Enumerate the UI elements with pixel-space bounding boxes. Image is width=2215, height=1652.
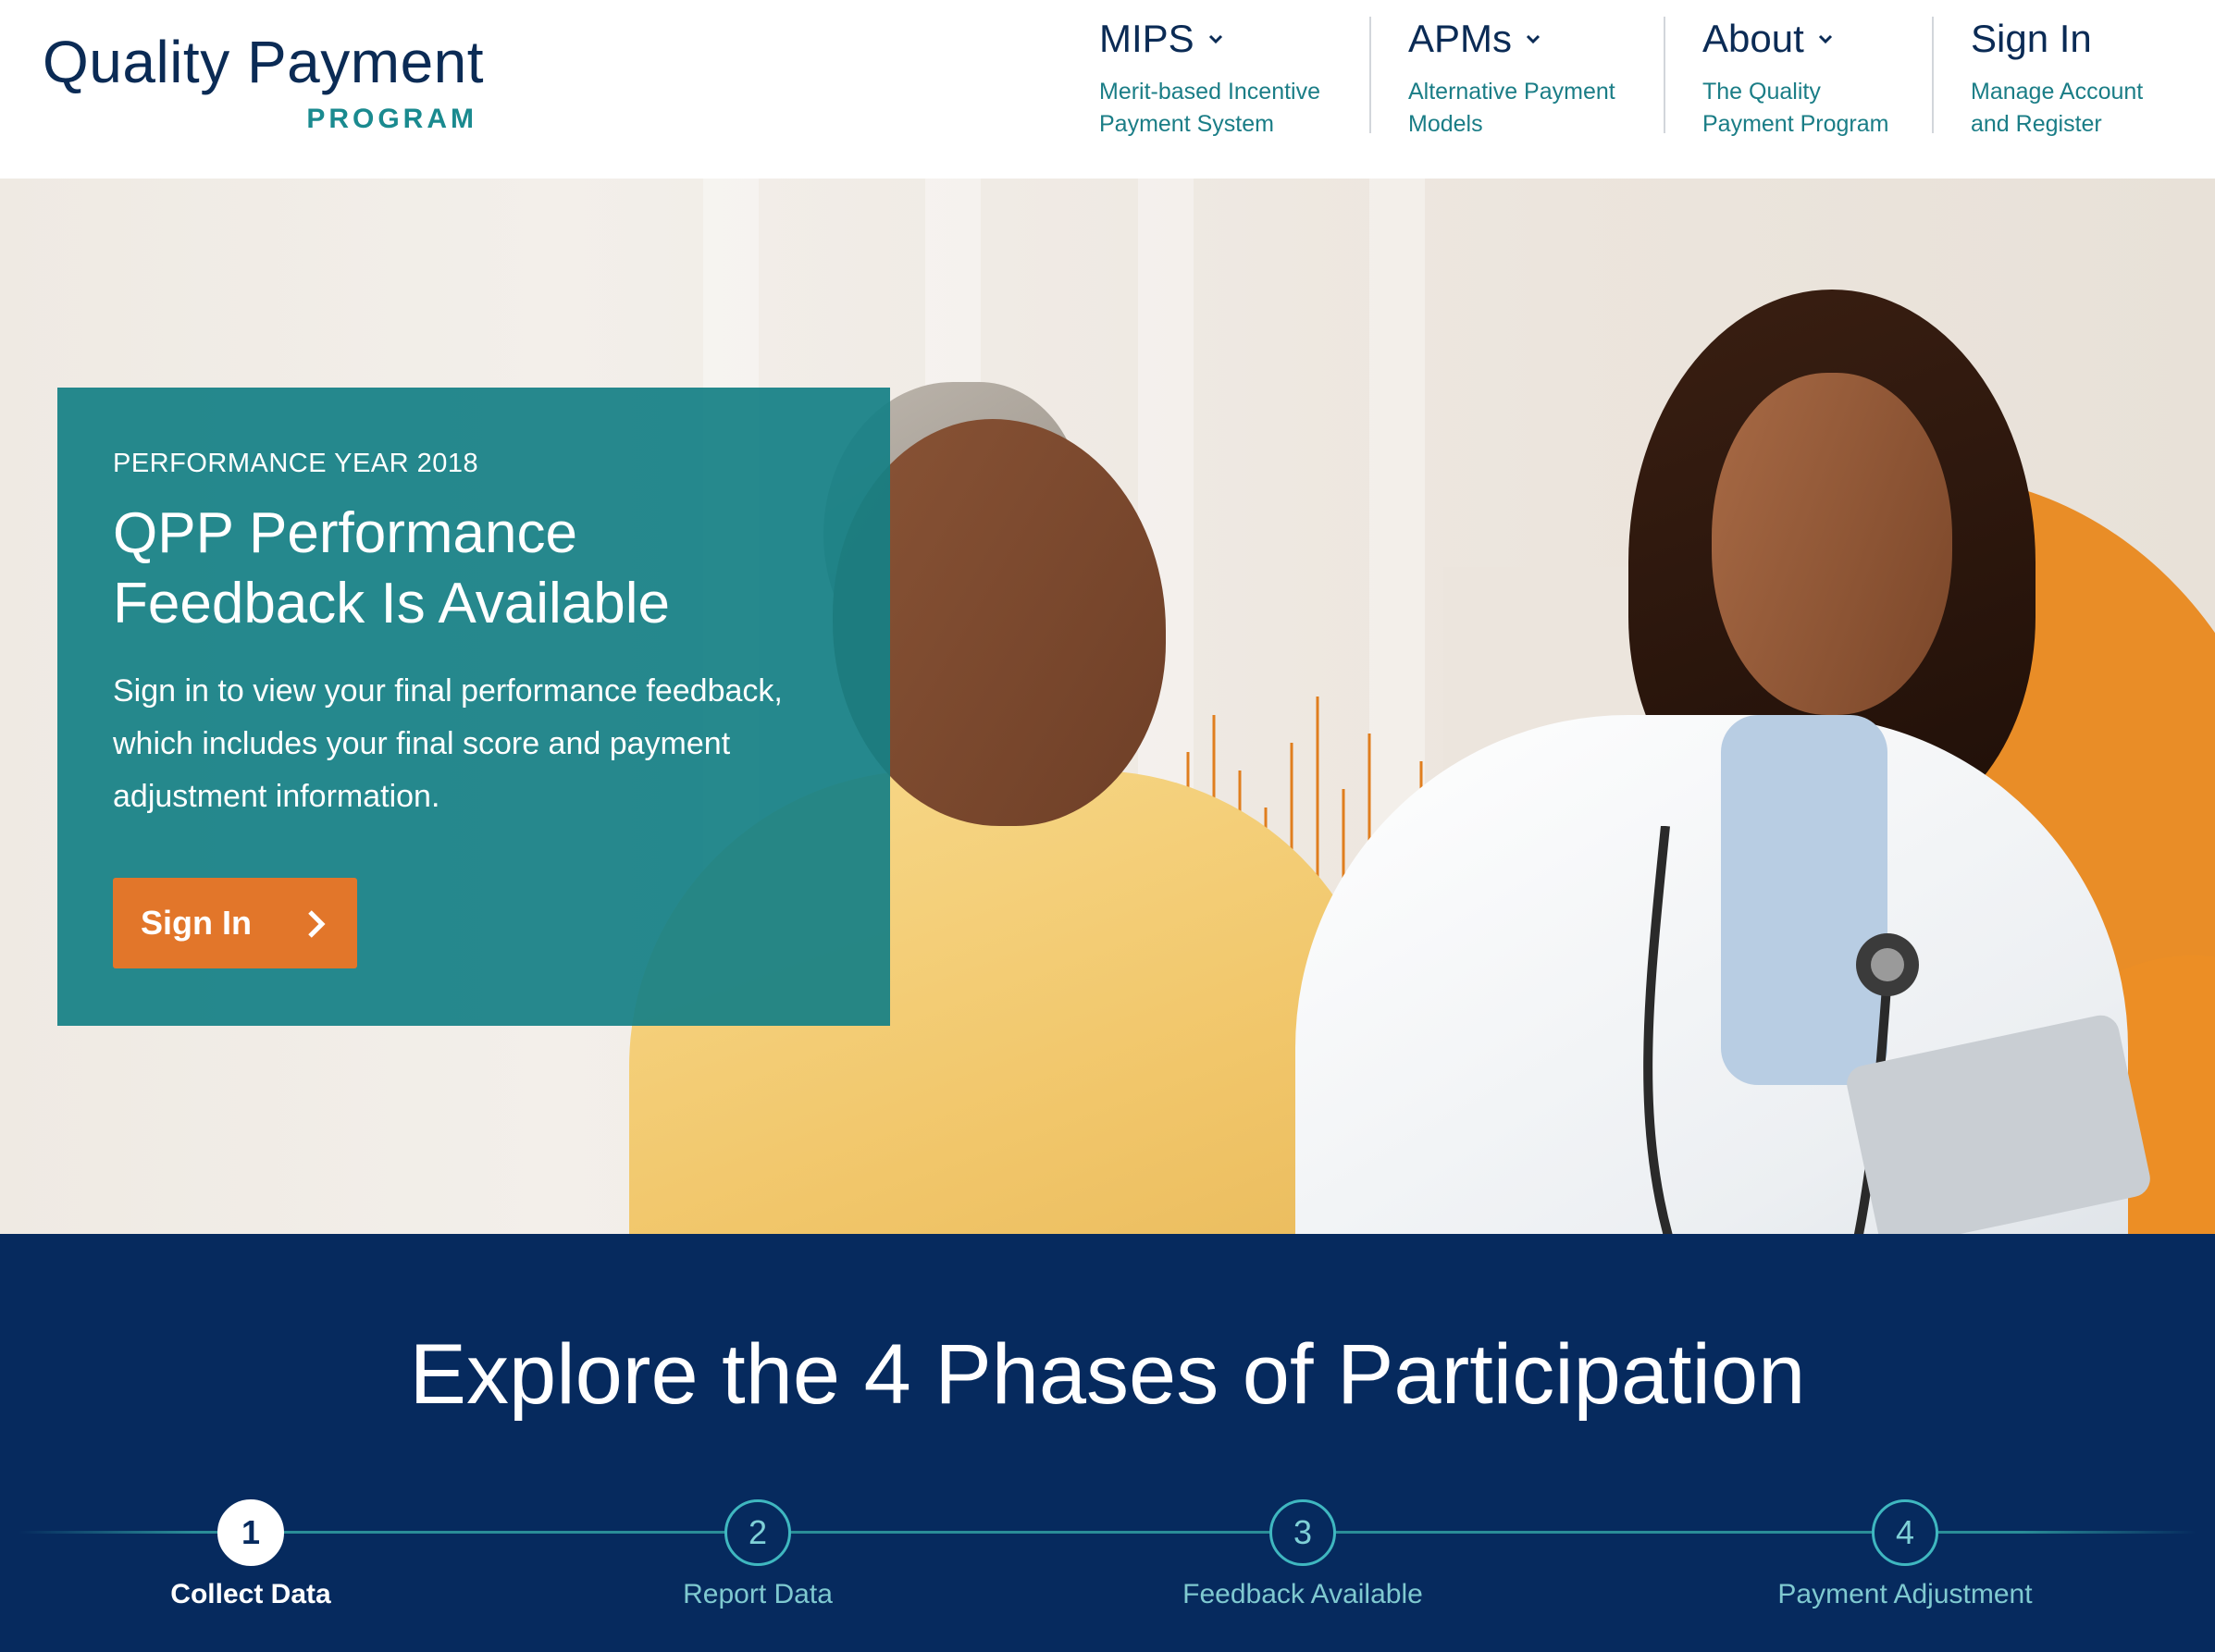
promo-title: QPP Performance Feedback Is Available — [113, 501, 671, 635]
hero-banner: PERFORMANCE YEAR 2018 QPP Performance Fe… — [0, 179, 2215, 1234]
chevron-right-icon — [308, 910, 326, 938]
phase-step-payment-adjustment[interactable]: 4 Payment Adjustment — [1739, 1499, 2072, 1610]
chevron-down-icon — [1817, 31, 1834, 47]
nav-divider — [1369, 17, 1371, 133]
qpp-logo[interactable]: Quality Payment PROGRAM — [43, 28, 484, 139]
logo-wordmark: Quality Payment — [43, 29, 485, 95]
chevron-down-icon — [1525, 31, 1541, 47]
feedback-promo-card: PERFORMANCE YEAR 2018 QPP Performance Fe… — [57, 388, 890, 1026]
nav-title: Sign In — [1971, 17, 2092, 60]
nav-subtitle: Payment System — [1099, 111, 1274, 137]
site-header: Quality Payment PROGRAM MIPS Merit-based… — [0, 0, 2215, 179]
nav-title: About — [1702, 17, 1804, 60]
phase-number: 2 — [724, 1499, 791, 1566]
nav-item-about[interactable]: About The Quality Payment Program — [1702, 17, 1888, 137]
nav-subtitle: Merit-based Incentive — [1099, 79, 1321, 105]
promo-eyebrow: PERFORMANCE YEAR 2018 — [113, 449, 479, 478]
nav-title: APMs — [1408, 17, 1513, 60]
nav-subtitle: Alternative Payment — [1408, 79, 1615, 105]
phases-heading: Explore the 4 Phases of Participation — [409, 1327, 1806, 1422]
chevron-down-icon — [1207, 31, 1224, 47]
phase-label: Payment Adjustment — [1777, 1579, 2033, 1609]
nav-item-sign-in[interactable]: Sign In Manage Account and Register — [1971, 17, 2144, 137]
nav-subtitle: The Quality — [1702, 79, 1821, 105]
phase-label: Collect Data — [170, 1579, 331, 1609]
nav-subtitle: Manage Account — [1971, 79, 2144, 105]
promo-description: Sign in to view your final performance f… — [113, 673, 783, 814]
sign-in-button[interactable]: Sign In — [113, 878, 357, 968]
logo-subtext: PROGRAM — [306, 104, 477, 134]
phase-step-report-data[interactable]: 2 Report Data — [591, 1499, 924, 1610]
nav-divider — [1932, 17, 1934, 133]
nav-divider — [1664, 17, 1665, 133]
phase-step-feedback-available[interactable]: 3 Feedback Available — [1136, 1499, 1469, 1610]
phase-number: 1 — [217, 1499, 284, 1566]
phases-section: Explore the 4 Phases of Participation 1 … — [0, 1234, 2215, 1652]
hero-photo-doctor — [1712, 373, 1952, 715]
nav-item-apms[interactable]: APMs Alternative Payment Models — [1408, 17, 1615, 137]
nav-item-mips[interactable]: MIPS Merit-based Incentive Payment Syste… — [1099, 17, 1321, 137]
phase-step-collect-data[interactable]: 1 Collect Data — [84, 1499, 417, 1610]
nav-title: MIPS — [1099, 17, 1194, 60]
phase-label: Report Data — [683, 1579, 833, 1609]
phase-label: Feedback Available — [1182, 1579, 1423, 1609]
phase-number: 4 — [1872, 1499, 1938, 1566]
nav-subtitle: Payment Program — [1702, 111, 1889, 137]
nav-subtitle: Models — [1408, 111, 1483, 137]
nav-subtitle: and Register — [1971, 111, 2102, 137]
sign-in-button-label: Sign In — [141, 904, 252, 942]
phase-number: 3 — [1269, 1499, 1336, 1566]
